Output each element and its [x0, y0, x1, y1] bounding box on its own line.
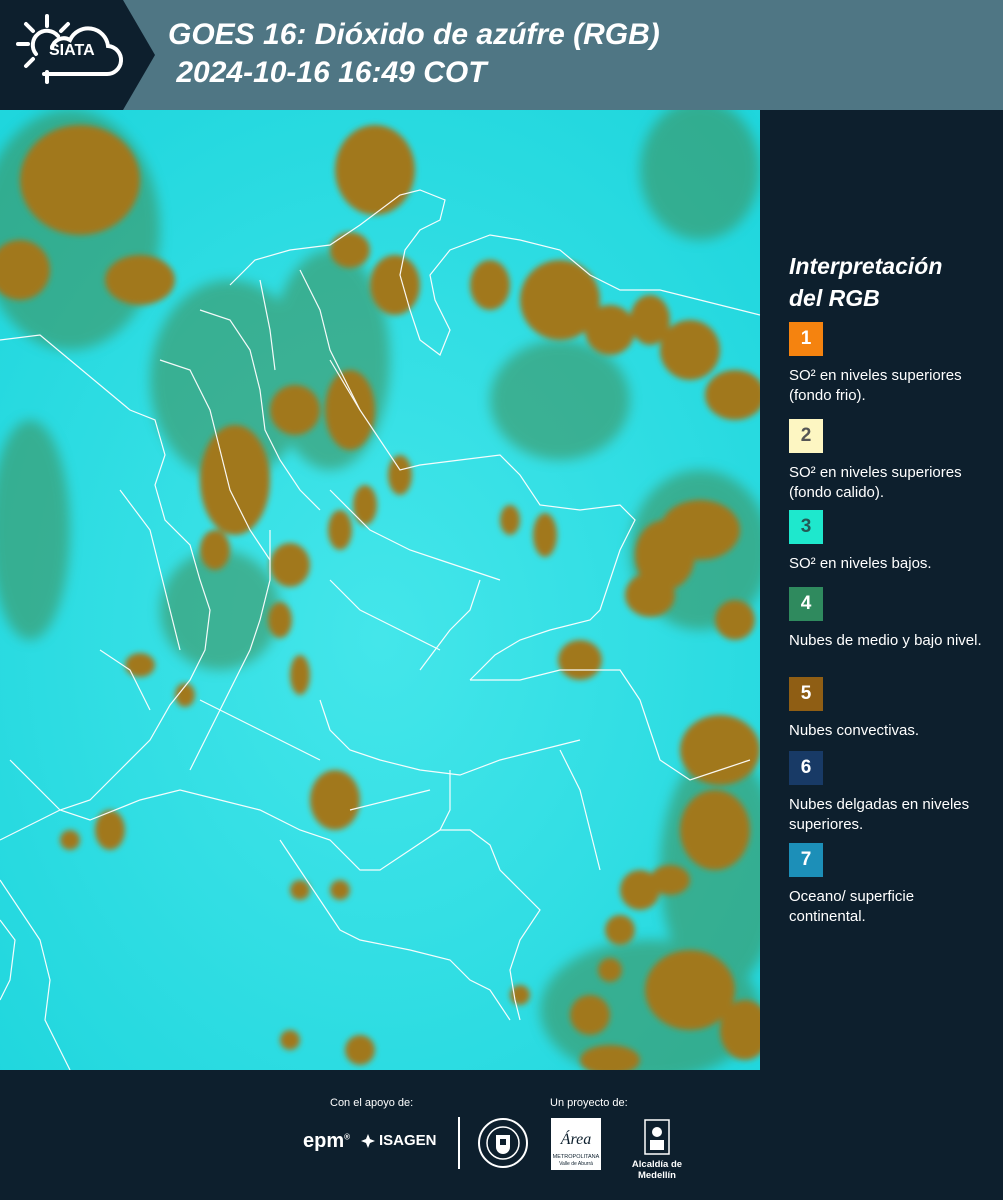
legend-item-4: 4 Nubes de medio y bajo nivel.	[789, 587, 989, 651]
legend-title-line-2: del RGB	[789, 285, 880, 311]
area-logo-sub1: METROPOLITANA	[553, 1154, 600, 1160]
area-logo-sub2: Valle de Aburrá	[559, 1161, 593, 1167]
siata-logo-text: SIATA	[49, 42, 95, 59]
legend-number-6: 6	[800, 757, 812, 778]
satellite-map	[0, 110, 760, 1070]
legend-item-6: 6 Nubes delgadas en niveles superiores.	[789, 751, 989, 835]
title-line-2: 2024-10-16 16:49 COT	[168, 56, 487, 89]
legend-swatch-6: 6	[789, 751, 823, 785]
legend-item-5: 5 Nubes convectivas.	[789, 677, 989, 741]
legend-item-3: 3 SO² en niveles bajos.	[789, 510, 989, 574]
footer: Con el apoyo de: Un proyecto de: epm® IS…	[0, 1070, 1003, 1200]
legend-label-3: SO² en niveles bajos.	[789, 555, 932, 572]
legend-swatch-5: 5	[789, 677, 823, 711]
legend-label-4: Nubes de medio y bajo nivel.	[789, 632, 982, 649]
support-label: Con el apoyo de:	[330, 1097, 414, 1109]
legend-title: Interpretación del RGB	[789, 250, 942, 314]
area-metropolitana-logo: Área METROPOLITANA Valle de Aburrá	[551, 1118, 601, 1170]
legend-label-2: SO² en niveles superiores (fondo calido)…	[789, 464, 962, 501]
project-label: Un proyecto de:	[550, 1097, 628, 1109]
legend-swatch-2: 2	[789, 419, 823, 453]
legend-label-1: SO² en niveles superiores (fondo frio).	[789, 367, 962, 404]
area-logo-text: Área	[560, 1129, 592, 1148]
legend-label-7: Oceano/ superficie continental.	[789, 888, 915, 925]
legend-item-2: 2 SO² en niveles superiores (fondo calid…	[789, 419, 989, 503]
medellin-seal-logo	[478, 1118, 528, 1168]
legend-number-3: 3	[800, 516, 812, 537]
legend-number-5: 5	[800, 683, 812, 704]
seal-icon	[486, 1126, 520, 1160]
legend-number-1: 1	[800, 328, 812, 349]
epm-logo: epm®	[303, 1130, 351, 1152]
legend-number-4: 4	[800, 593, 812, 614]
legend-swatch-7: 7	[789, 843, 823, 877]
page-title: GOES 16: Dióxido de azúfre (RGB) 2024-10…	[168, 16, 660, 92]
isagen-mark-icon	[361, 1133, 375, 1148]
legend-label-6: Nubes delgadas en niveles superiores.	[789, 796, 970, 833]
title-line-1: GOES 16: Dióxido de azúfre (RGB)	[168, 18, 660, 51]
legend-swatch-4: 4	[789, 587, 823, 621]
isagen-logo-text: ISAGEN	[379, 1132, 437, 1149]
legend-swatch-1: 1	[789, 322, 823, 356]
satellite-image	[0, 110, 760, 1070]
legend-item-7: 7 Oceano/ superficie continental.	[789, 843, 989, 927]
legend-number-7: 7	[800, 849, 812, 870]
legend-label-5: Nubes convectivas.	[789, 722, 920, 739]
isagen-logo: ISAGEN	[360, 1132, 437, 1149]
epm-logo-text: epm	[303, 1130, 345, 1152]
legend-item-1: 1 SO² en niveles superiores (fondo frio)…	[789, 322, 989, 406]
legend-swatch-3: 3	[789, 510, 823, 544]
legend-title-line-1: Interpretación	[789, 253, 943, 279]
alcaldia-label: Alcaldía de Medellín	[631, 1159, 683, 1181]
legend-number-2: 2	[800, 425, 812, 446]
footer-divider	[458, 1117, 460, 1169]
header: SIATA GOES 16: Dióxido de azúfre (RGB) 2…	[0, 0, 1003, 110]
